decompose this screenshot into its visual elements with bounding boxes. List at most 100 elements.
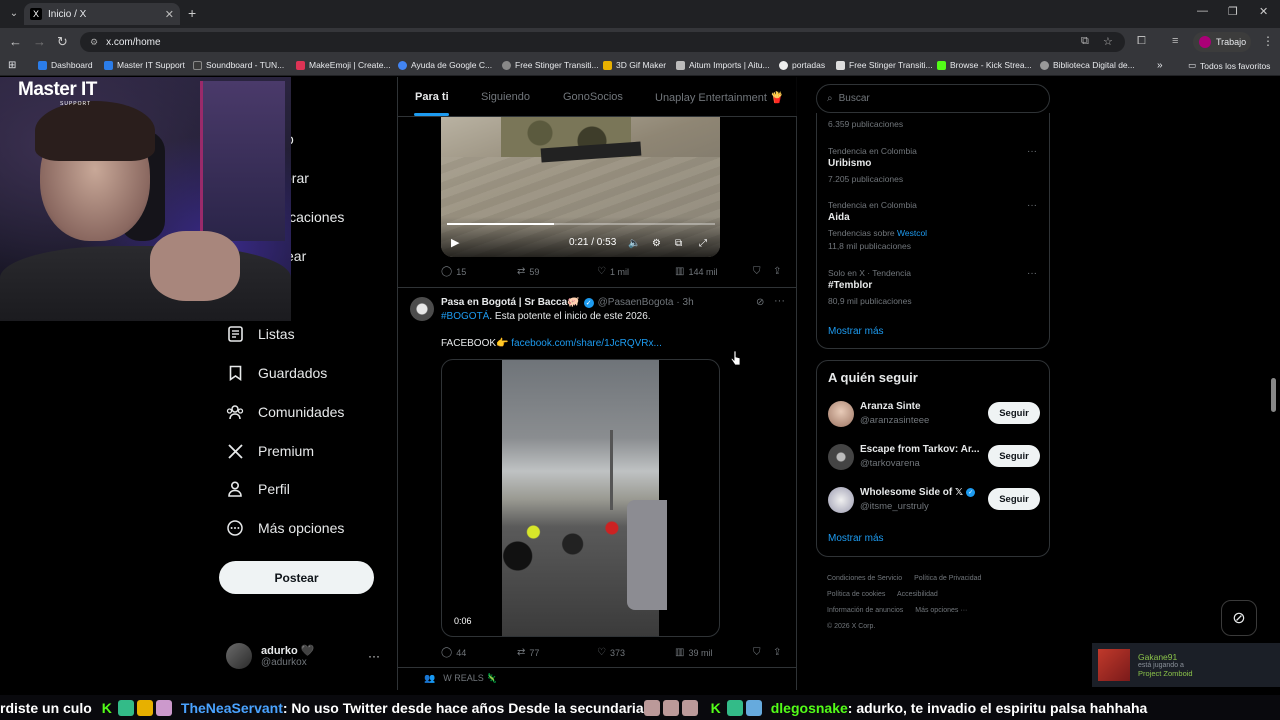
nav-guardados[interactable]: Guardados [226,364,327,382]
tab-gonosocios[interactable]: GonoSocios [563,91,623,103]
page-scrollbar[interactable] [1271,378,1276,412]
reply-button[interactable]: ◯ 15 [441,266,466,277]
minimize-icon[interactable]: — [1197,5,1208,17]
trend-more-icon[interactable]: ··· [1027,146,1037,157]
address-bar[interactable]: ⚙ x.com/home [80,32,1125,52]
tweet-video[interactable]: ▶ 0:21 / 0:53 🔈 ⚙ ⧉ ⤢ [441,117,720,257]
search-input[interactable]: ⌕ Buscar [816,84,1050,113]
back-icon[interactable]: ← [9,34,22,49]
video-frame [610,430,613,510]
forward-icon[interactable]: → [33,34,46,49]
extensions-icon[interactable]: ⧠ [1137,35,1146,48]
tab-search-icon[interactable]: ⌄ [6,5,22,21]
show-more-follows[interactable]: Mostrar más [828,533,884,544]
footer-link[interactable]: Política de cookies [827,591,885,598]
author-handle[interactable]: @PasaenBogota [598,297,674,308]
bookmark-item[interactable]: Free Stinger Transiti... [836,60,933,70]
account-switcher[interactable]: adurko 🖤 @adurkox ··· [226,643,386,669]
like-button[interactable]: ♡ 1 mil [597,266,629,277]
footer-link[interactable]: Política de Privacidad [914,575,981,582]
bookmark-item[interactable]: Browse - Kick Strea... [937,60,1032,70]
volume-icon[interactable]: 🔈 [628,238,640,249]
like-button[interactable]: ♡ 373 [597,647,625,658]
tab-para-ti[interactable]: Para ti [415,91,449,103]
follow-suggestion[interactable]: Wholesome Side of 𝕏 ✓ @itsme_urstruly Seg… [828,485,1040,515]
bookmark-button[interactable]: ⛉ [753,266,765,277]
bookmark-item[interactable]: MakeEmoji | Create... [296,60,391,70]
bookmark-item[interactable]: Biblioteca Digital de... [1040,60,1135,70]
bookmark-item[interactable]: Aitum Imports | Aitu... [676,60,770,70]
nav-comunidades[interactable]: Comunidades [226,403,344,421]
fullscreen-icon[interactable]: ⤢ [699,238,707,249]
more-icon[interactable]: ··· [774,295,785,307]
footer-link[interactable]: Más opciones ··· [915,607,967,614]
footer-link[interactable]: Condiciones de Servicio [827,575,902,582]
trend-more-icon[interactable]: ··· [1027,268,1037,279]
pip-icon[interactable]: ⧉ [675,238,682,249]
notification-status: está jugando a [1138,662,1184,669]
bookmark-item[interactable]: Dashboard [38,60,93,70]
nav-mas-opciones[interactable]: Más opciones [226,519,344,537]
settings-icon[interactable]: ⚙ [652,238,661,249]
views-button[interactable]: ▥ 39 mil [675,647,712,658]
all-bookmarks-folder[interactable]: ▭ Todos los favoritos [1188,60,1270,71]
bookmark-item[interactable]: portadas [779,60,825,70]
bookmark-button[interactable]: ⛉ [753,647,765,658]
bookmark-item[interactable]: Soundboard - TUN... [193,60,284,70]
trend-title[interactable]: Aida [828,212,850,223]
repost-button[interactable]: ⇄ 77 [517,647,539,658]
bookmark-item[interactable]: Master IT Support [104,60,185,70]
views-button[interactable]: ▥ 144 mil [675,266,717,277]
tab-close-icon[interactable]: ✕ [165,8,174,21]
tab-unaplay[interactable]: Unaplay Entertainment 🍟 [655,91,784,104]
hashtag-link[interactable]: #BOGOTÁ [441,311,489,322]
bookmark-item[interactable]: 3D Gif Maker [603,60,666,70]
tweet-time[interactable]: · 3h [676,297,693,308]
trend-title[interactable]: #Temblor [828,280,872,291]
share-button[interactable]: ⇪ [773,647,785,658]
show-more-trends[interactable]: Mostrar más [828,326,884,337]
profile-button[interactable]: Trabajo [1193,32,1251,52]
repost-button[interactable]: ⇄ 59 [517,266,539,277]
grok-icon[interactable]: ⊘ [756,297,764,308]
play-icon[interactable]: ▶ [451,236,459,249]
trend-more-icon[interactable]: ··· [1027,200,1037,211]
install-app-icon[interactable]: ⧉ [1081,35,1089,48]
author-name[interactable]: Pasa en Bogotá | Sr Bacca🐖 [441,297,580,308]
follow-button[interactable]: Seguir [988,445,1040,467]
more-bookmarks-icon[interactable]: » [1157,60,1163,71]
tab-siguiendo[interactable]: Siguiendo [481,91,530,103]
bookmark-star-icon[interactable]: ☆ [1103,35,1113,48]
trend-title[interactable]: Uribismo [828,158,871,169]
post-button[interactable]: Postear [219,561,374,594]
follow-suggestion[interactable]: Aranza Sinte @aranzasinteee Seguir [828,399,1040,429]
site-info-icon[interactable]: ⚙ [90,37,98,48]
nav-listas[interactable]: Listas [226,325,295,343]
follow-suggestion[interactable]: Escape from Tarkov: Ar... @tarkovarena S… [828,442,1040,472]
tweet-video[interactable]: 0:06 [441,359,720,637]
apps-icon[interactable]: ⊞ [8,60,16,71]
footer-link[interactable]: Accesibilidad [897,591,938,598]
avatar[interactable] [410,297,434,321]
nav-premium[interactable]: Premium [226,442,314,460]
footer-link[interactable]: Información de anuncios [827,607,903,614]
video-progress-bar[interactable] [447,223,715,225]
nav-perfil[interactable]: Perfil [226,480,290,498]
account-menu-icon[interactable]: ··· [368,649,380,663]
bookmark-item[interactable]: Free Stinger Transiti... [502,60,599,70]
close-window-icon[interactable]: ✕ [1259,5,1268,18]
facebook-link[interactable]: facebook.com/share/1JcRQVRx... [511,338,662,349]
browser-menu-icon[interactable]: ⋮ [1262,34,1274,48]
browser-tab[interactable]: X Inicio / X ✕ [24,3,180,25]
new-tab-icon[interactable]: + [188,5,196,21]
bookmark-item[interactable]: Ayuda de Google C... [398,60,492,70]
media-control-icon[interactable]: ≡ [1172,35,1178,47]
follow-button[interactable]: Seguir [988,402,1040,424]
restore-icon[interactable]: ❐ [1228,5,1238,18]
follow-button[interactable]: Seguir [988,488,1040,510]
chat-message: K dlegosnake : adurko, te invadio el esp… [710,699,1148,716]
reload-icon[interactable]: ↻ [57,34,68,50]
share-button[interactable]: ⇪ [773,266,785,277]
reply-button[interactable]: ◯ 44 [441,647,466,658]
grok-float-icon[interactable]: ⊘ [1221,600,1257,636]
